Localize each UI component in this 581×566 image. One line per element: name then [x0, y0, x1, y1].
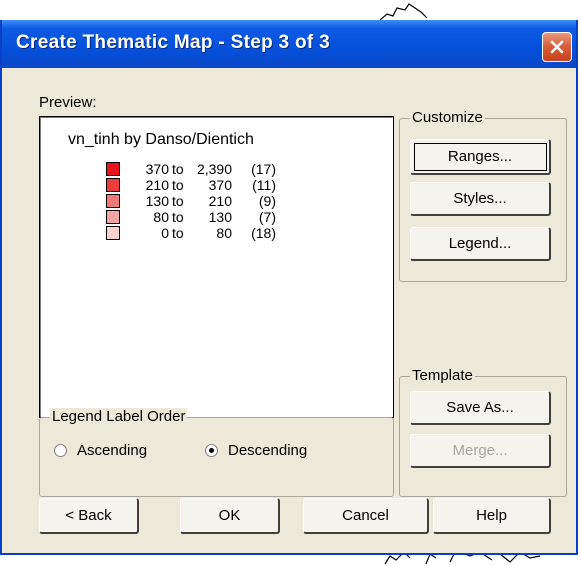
radio-selected-dot	[209, 448, 214, 453]
dialog-title: Create Thematic Map - Step 3 of 3	[16, 32, 330, 53]
legend-range-low: 210	[145, 177, 169, 193]
legend-button[interactable]: Legend...	[410, 227, 551, 261]
legend-range-high: 2,390	[196, 161, 232, 177]
ranges-button[interactable]: Ranges...	[410, 139, 551, 175]
descending-label: Descending	[228, 442, 308, 459]
styles-button[interactable]: Styles...	[410, 182, 551, 216]
legend-range-low: 0	[161, 225, 169, 241]
legend-swatch	[106, 226, 120, 240]
legend-count: (7)	[258, 209, 276, 225]
merge-button: Merge...	[410, 434, 551, 468]
ascending-label: Ascending	[77, 442, 148, 459]
legend-range-high: 370	[208, 177, 232, 193]
close-button[interactable]	[542, 32, 572, 62]
customize-group-label: Customize	[410, 109, 485, 126]
legend-range-to: to	[172, 209, 184, 225]
close-icon	[550, 40, 564, 54]
descending-radio-button[interactable]	[205, 444, 218, 457]
legend-swatch	[106, 210, 120, 224]
legend-row: 370 to 2,390 (17)	[106, 161, 276, 177]
legend-row: 130 to 210 (9)	[106, 193, 276, 209]
legend-count: (9)	[258, 193, 276, 209]
ascending-radio[interactable]: Ascending	[54, 442, 147, 459]
legend-count: (11)	[252, 177, 276, 193]
legend-row: 0 to 80 (18)	[106, 225, 276, 241]
legend-count: (17)	[251, 161, 276, 177]
ascending-radio-button[interactable]	[54, 444, 67, 457]
preview-pane: vn_tinh by Danso/Dientich 370 to 2,390 (17)…	[39, 116, 394, 418]
legend-swatch	[106, 162, 120, 176]
legend-range-high: 80	[216, 225, 232, 241]
thematic-map-dialog: Create Thematic Map - Step 3 of 3 Previe…	[0, 20, 578, 555]
background-map-outline-top	[379, 3, 428, 21]
ok-button[interactable]: OK	[180, 498, 280, 534]
legend-range-to: to	[172, 177, 184, 193]
template-group-label: Template	[410, 367, 475, 384]
legend-range-to: to	[172, 225, 184, 241]
legend-range-to: to	[172, 193, 184, 209]
legend-range-low: 80	[153, 209, 169, 225]
help-button[interactable]: Help	[433, 498, 551, 534]
legend-range-high: 130	[208, 209, 232, 225]
save-as-button[interactable]: Save As...	[410, 391, 551, 425]
legend-swatch	[106, 194, 120, 208]
title-bar: Create Thematic Map - Step 3 of 3	[2, 20, 576, 68]
legend-row: 210 to 370 (11)	[106, 177, 276, 193]
legend-range-to: to	[172, 161, 184, 177]
legend-count: (18)	[251, 225, 276, 241]
legend-order-label: Legend Label Order	[50, 408, 188, 425]
cancel-button[interactable]: Cancel	[303, 498, 429, 534]
back-button[interactable]: < Back	[39, 498, 139, 534]
legend-range-high: 210	[208, 193, 232, 209]
legend-range-low: 130	[145, 193, 169, 209]
preview-map-title: vn_tinh by Danso/Dientich	[68, 131, 254, 148]
preview-label: Preview:	[39, 94, 97, 111]
legend-swatch	[106, 178, 120, 192]
legend-range-low: 370	[145, 161, 169, 177]
descending-radio[interactable]: Descending	[205, 442, 307, 459]
legend-row: 80 to 130 (7)	[106, 209, 276, 225]
